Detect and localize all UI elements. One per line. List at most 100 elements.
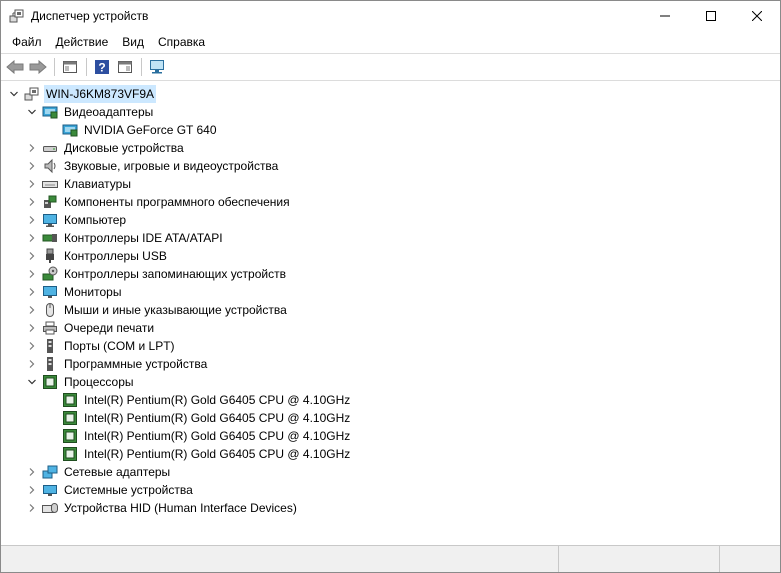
window-title: Диспетчер устройств: [31, 9, 149, 23]
tree-root-computer[interactable]: WIN-J6KM873VF9A: [1, 85, 780, 103]
tree-device[interactable]: Intel(R) Pentium(R) Gold G6405 CPU @ 4.1…: [1, 445, 780, 463]
tree-item-label: WIN-J6KM873VF9A: [44, 85, 157, 103]
tree-category[interactable]: Порты (COM и LPT): [1, 337, 780, 355]
tree-category[interactable]: Сетевые адаптеры: [1, 463, 780, 481]
disk-drive-icon: [42, 140, 58, 156]
status-bar: [1, 545, 780, 572]
chevron-right-icon[interactable]: [26, 286, 38, 298]
chevron-right-icon[interactable]: [26, 340, 38, 352]
toolbar: ?: [1, 54, 780, 81]
tree-item-label: Intel(R) Pentium(R) Gold G6405 CPU @ 4.1…: [84, 393, 351, 407]
tree-category[interactable]: Компоненты программного обеспечения: [1, 193, 780, 211]
tree-category[interactable]: Устройства HID (Human Interface Devices): [1, 499, 780, 517]
status-cell-secondary: [559, 546, 720, 572]
tree-device[interactable]: Intel(R) Pentium(R) Gold G6405 CPU @ 4.1…: [1, 391, 780, 409]
device-tree[interactable]: WIN-J6KM873VF9A Видеоадаптеры NVIDIA GeFor…: [1, 83, 780, 547]
back-icon: [6, 60, 24, 74]
menu-help[interactable]: Справка: [151, 31, 212, 53]
tree-category[interactable]: Мониторы: [1, 283, 780, 301]
system-device-icon: [42, 482, 58, 498]
window-controls: [642, 1, 780, 31]
tree-item-label: Контроллеры USB: [64, 249, 167, 263]
menu-action[interactable]: Действие: [49, 31, 116, 53]
tree-category[interactable]: Процессоры: [1, 373, 780, 391]
scan-hardware-button[interactable]: [146, 56, 168, 78]
tree-device[interactable]: Intel(R) Pentium(R) Gold G6405 CPU @ 4.1…: [1, 409, 780, 427]
speaker-icon: [42, 158, 58, 174]
tree-device[interactable]: NVIDIA GeForce GT 640: [1, 121, 780, 139]
monitor-icon: [42, 284, 58, 300]
chevron-right-icon[interactable]: [26, 250, 38, 262]
computer-icon: [42, 212, 58, 228]
close-button[interactable]: [734, 1, 780, 31]
hid-icon: [42, 500, 58, 516]
tree-device[interactable]: Intel(R) Pentium(R) Gold G6405 CPU @ 4.1…: [1, 427, 780, 445]
chevron-down-icon[interactable]: [26, 376, 38, 388]
maximize-icon: [706, 11, 716, 21]
toolbar-separator: [86, 58, 87, 76]
tree-category[interactable]: Программные устройства: [1, 355, 780, 373]
mouse-icon: [42, 302, 58, 318]
tree-item-label: Процессоры: [64, 375, 134, 389]
tree-category[interactable]: Компьютер: [1, 211, 780, 229]
chevron-down-icon[interactable]: [8, 88, 20, 100]
ide-controller-icon: [42, 230, 58, 246]
tree-item-label: Устройства HID (Human Interface Devices): [64, 501, 297, 515]
console-tree-button[interactable]: [114, 56, 136, 78]
chevron-right-icon[interactable]: [26, 358, 38, 370]
tree-category[interactable]: Звуковые, игровые и видеоустройства: [1, 157, 780, 175]
keyboard-icon: [42, 176, 58, 192]
tree-item-label: Порты (COM и LPT): [64, 339, 175, 353]
chevron-right-icon[interactable]: [26, 322, 38, 334]
tree-category[interactable]: Контроллеры IDE ATA/ATAPI: [1, 229, 780, 247]
chevron-right-icon[interactable]: [26, 196, 38, 208]
software-component-icon: [42, 194, 58, 210]
tree-item-label: Компоненты программного обеспечения: [64, 195, 290, 209]
chevron-down-icon[interactable]: [26, 106, 38, 118]
chevron-right-icon[interactable]: [26, 502, 38, 514]
tree-category[interactable]: Клавиатуры: [1, 175, 780, 193]
tree-item-label: Контроллеры запоминающих устройств: [64, 267, 286, 281]
processor-icon: [42, 374, 58, 390]
chevron-right-icon[interactable]: [26, 178, 38, 190]
tree-item-label: Программные устройства: [64, 357, 208, 371]
tree-category[interactable]: Видеоадаптеры: [1, 103, 780, 121]
toolbar-separator: [54, 58, 55, 76]
minimize-button[interactable]: [642, 1, 688, 31]
usb-icon: [42, 248, 58, 264]
chevron-right-icon[interactable]: [26, 142, 38, 154]
cpu-core-icon: [62, 410, 78, 426]
chevron-right-icon[interactable]: [26, 304, 38, 316]
chevron-right-icon[interactable]: [26, 268, 38, 280]
status-cell-main: [1, 546, 559, 572]
chevron-right-icon[interactable]: [26, 484, 38, 496]
chevron-right-icon[interactable]: [26, 214, 38, 226]
chevron-right-icon[interactable]: [26, 466, 38, 478]
tree-category[interactable]: Контроллеры USB: [1, 247, 780, 265]
tree-category[interactable]: Системные устройства: [1, 481, 780, 499]
tree-category[interactable]: Мыши и иные указывающие устройства: [1, 301, 780, 319]
printer-icon: [42, 320, 58, 336]
status-cell-tertiary: [720, 546, 780, 572]
menu-file[interactable]: Файл: [5, 31, 49, 53]
tree-category[interactable]: Контроллеры запоминающих устройств: [1, 265, 780, 283]
help-icon: ?: [95, 60, 109, 75]
properties-button[interactable]: [59, 56, 81, 78]
chevron-right-icon[interactable]: [26, 160, 38, 172]
back-button[interactable]: [4, 56, 26, 78]
menu-view[interactable]: Вид: [115, 31, 151, 53]
help-button[interactable]: ?: [91, 56, 113, 78]
forward-button[interactable]: [27, 56, 49, 78]
tree-item-label: Компьютер: [64, 213, 127, 227]
close-icon: [752, 11, 762, 21]
tree-item-label: Контроллеры IDE ATA/ATAPI: [64, 231, 223, 245]
tree-item-label: Клавиатуры: [64, 177, 131, 191]
tree-category[interactable]: Дисковые устройства: [1, 139, 780, 157]
scan-hardware-icon: [150, 60, 164, 74]
tree-category[interactable]: Очереди печати: [1, 319, 780, 337]
cpu-core-icon: [62, 392, 78, 408]
maximize-button[interactable]: [688, 1, 734, 31]
device-manager-app-icon: [9, 8, 25, 24]
chevron-right-icon[interactable]: [26, 232, 38, 244]
tree-item-label: NVIDIA GeForce GT 640: [84, 123, 217, 137]
